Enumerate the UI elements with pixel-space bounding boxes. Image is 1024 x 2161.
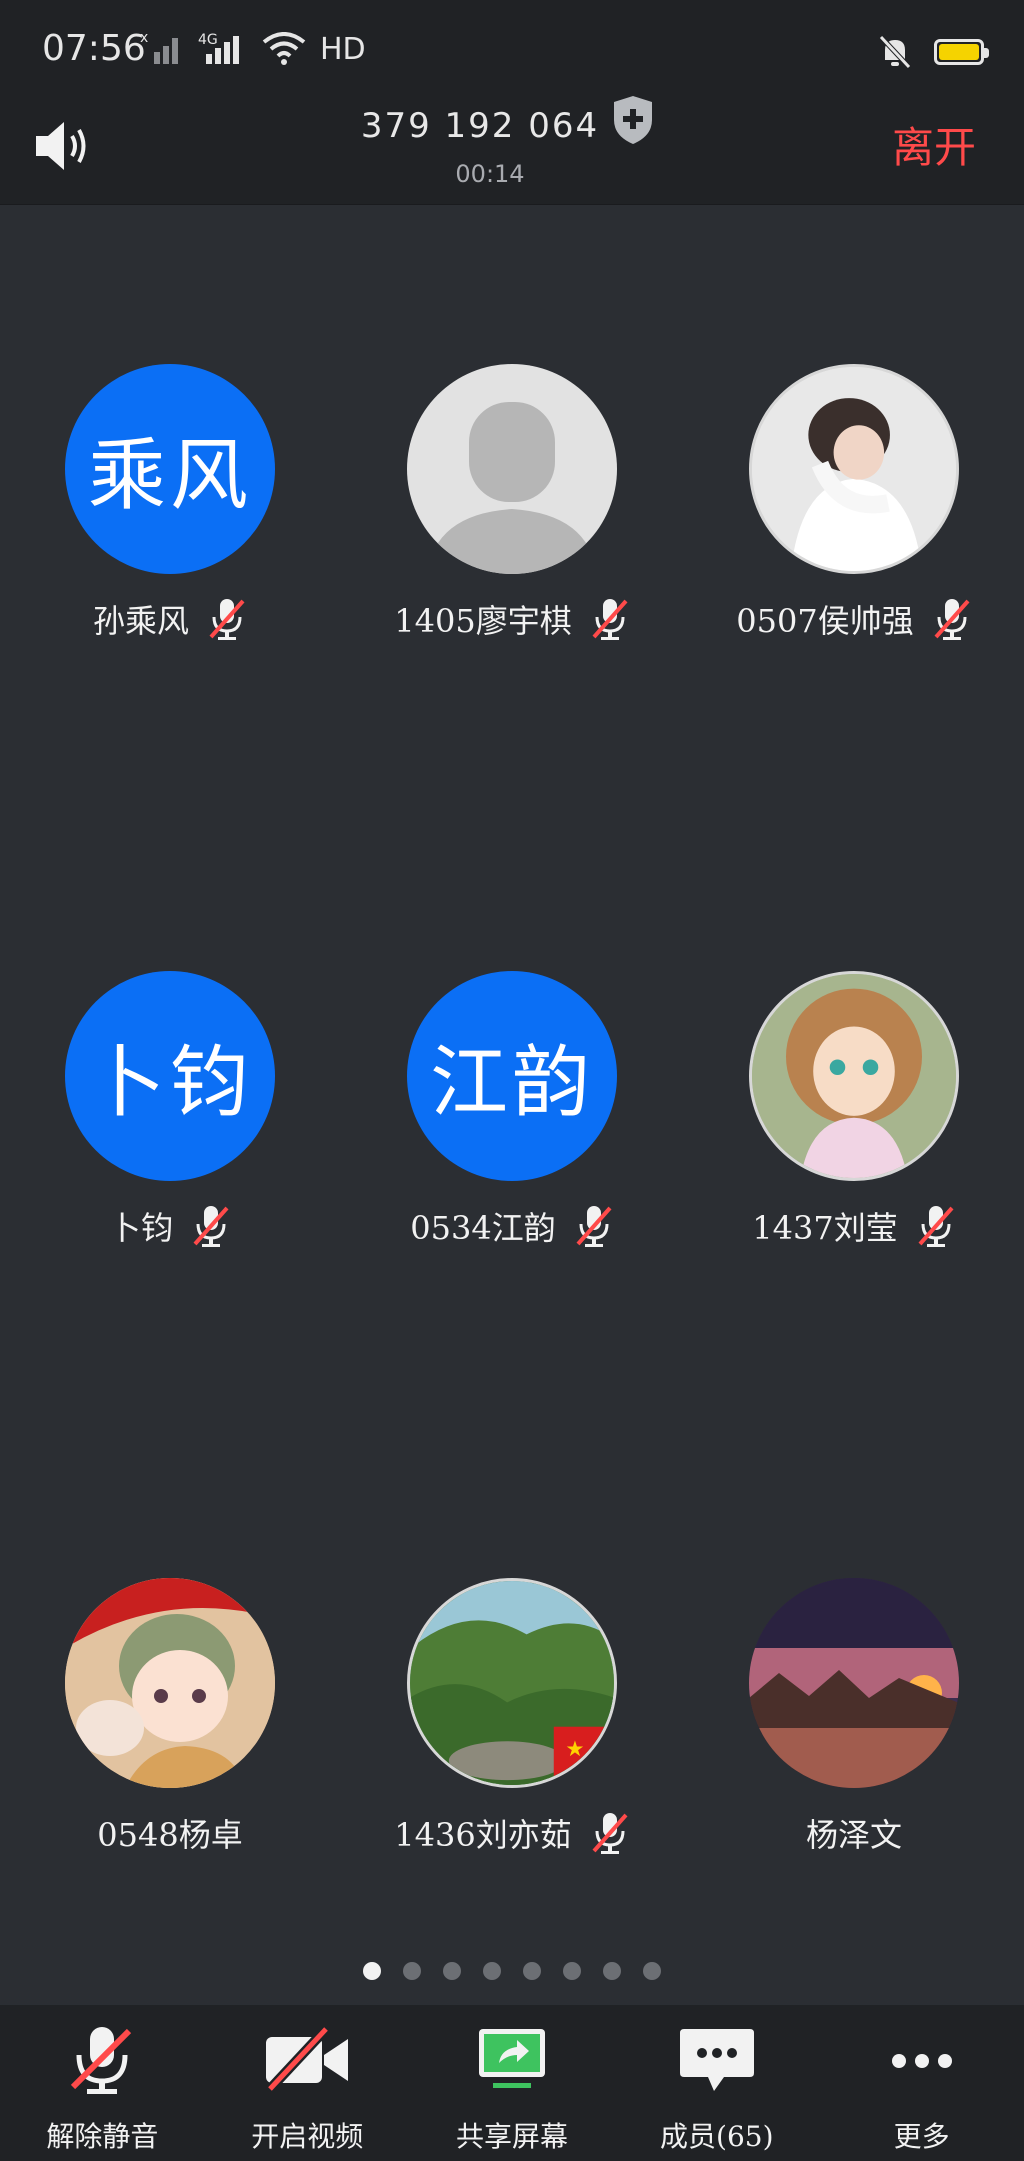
photo-anime-child (65, 1578, 275, 1788)
participant-name: 0548杨卓 (97, 1816, 243, 1854)
battery-icon (934, 39, 989, 65)
participant-tile[interactable]: 卜钧 卜钧 (0, 971, 340, 1247)
participant-name: 卜钧 (108, 1209, 173, 1247)
status-left-icons: x 4G HD (138, 30, 366, 68)
photo-person-white-shirt (752, 367, 956, 571)
participant-tile[interactable]: 江韵 0534江韵 (342, 971, 682, 1247)
share-screen-label: 共享屏幕 (455, 2120, 568, 2153)
mic-muted-icon (592, 599, 628, 640)
meeting-duration: 00:14 (455, 160, 525, 188)
avatar: 江韵 (407, 971, 617, 1181)
mic-muted-icon (71, 2027, 132, 2094)
participant-label: 卜钧 (0, 1203, 340, 1249)
page-dot[interactable] (483, 1962, 501, 1980)
signal-4g-icon: 4G (198, 32, 239, 64)
page-dot[interactable] (403, 1962, 421, 1980)
speaker-icon[interactable] (32, 118, 96, 174)
participant-tile[interactable]: 0548杨卓 (0, 1578, 340, 1854)
more-label: 更多 (893, 2120, 950, 2153)
page-dot[interactable] (643, 1962, 661, 1980)
members-button[interactable]: 成员(65) (614, 2005, 819, 2161)
participant-name: 1405廖宇棋 (394, 602, 572, 640)
participant-label: 1437刘莹 (684, 1203, 1024, 1249)
participant-label: 1436刘亦茹 (342, 1810, 682, 1856)
mic-muted-icon (209, 599, 245, 640)
participant-label: 0534江韵 (342, 1203, 682, 1249)
unmute-label: 解除静音 (46, 2120, 159, 2153)
avatar: 卜钧 (65, 971, 275, 1181)
status-right-icons (878, 34, 989, 70)
meeting-id: 379 192 064 (360, 106, 600, 146)
status-bar: 07:56 x 4G HD (0, 0, 1024, 100)
page-indicator (0, 1962, 1024, 1980)
mic-muted-icon (918, 1206, 954, 1247)
share-screen-icon (478, 2029, 545, 2088)
participant-name: 0534江韵 (410, 1209, 556, 1247)
video-off-icon (266, 2025, 349, 2093)
mute-bell-icon (879, 35, 911, 69)
svg-text:4G: 4G (198, 32, 218, 48)
meeting-toolbar: 解除静音 开启视频 共享屏幕 成员(65) 更多 (0, 2005, 1024, 2161)
avatar-photo (749, 364, 959, 574)
participant-label: 0507侯帅强 (684, 596, 1024, 642)
mic-muted-icon (592, 1813, 628, 1854)
start-video-label: 开启视频 (251, 2120, 364, 2153)
participant-label: 1405廖宇棋 (342, 596, 682, 642)
participant-name: 孙乘风 (92, 602, 189, 640)
photo-forest: ★ (410, 1581, 614, 1785)
participant-label: 杨泽文 (684, 1810, 1024, 1856)
mic-muted-icon (193, 1206, 229, 1247)
photo-sunset-landscape (749, 1578, 959, 1788)
participant-name: 0507侯帅强 (736, 602, 914, 640)
shield-plus-icon (614, 96, 652, 144)
status-time: 07:56 (42, 28, 146, 69)
participant-name: 杨泽文 (805, 1816, 902, 1854)
signal-x-icon: x (140, 30, 178, 64)
page-dot[interactable] (523, 1962, 541, 1980)
participant-tile[interactable]: 乘风 孙乘风 (0, 364, 340, 640)
participant-name: 1437刘莹 (752, 1209, 898, 1247)
members-label: 成员(65) (660, 2120, 774, 2153)
page-dot[interactable] (363, 1962, 381, 1980)
meeting-header: 379 192 064 00:14 离开 (0, 96, 1024, 205)
share-screen-button[interactable]: 共享屏幕 (410, 2005, 615, 2161)
more-button[interactable]: 更多 (819, 2005, 1024, 2161)
participant-tile[interactable]: 1405廖宇棋 (342, 364, 682, 640)
unmute-button[interactable]: 解除静音 (0, 2005, 205, 2161)
participant-label: 0548杨卓 (0, 1810, 340, 1856)
page-dot[interactable] (603, 1962, 621, 1980)
participant-tile[interactable]: 0507侯帅强 (684, 364, 1024, 640)
mic-muted-icon (576, 1206, 612, 1247)
participant-name: 1436刘亦茹 (394, 1816, 572, 1854)
chat-bubble-icon (679, 2029, 754, 2091)
page-dot[interactable] (563, 1962, 581, 1980)
hd-icon: HD (320, 31, 366, 67)
participant-tile[interactable]: ★ 1436刘亦茹 (342, 1578, 682, 1854)
meeting-info[interactable]: 379 192 064 00:14 (350, 96, 680, 200)
page-dot[interactable] (443, 1962, 461, 1980)
participant-tile[interactable]: 1437刘莹 (684, 971, 1024, 1247)
avatar-default (407, 364, 617, 574)
leave-button[interactable]: 离开 (892, 114, 976, 175)
svg-text:x: x (140, 30, 148, 46)
avatar-photo (749, 971, 959, 1181)
person-silhouette-icon (427, 402, 597, 574)
avatar-photo (749, 1578, 959, 1788)
mic-muted-icon (934, 599, 970, 640)
avatar: 乘风 (65, 364, 275, 574)
more-dots-icon (891, 2054, 952, 2068)
wifi-icon (262, 32, 306, 65)
start-video-button[interactable]: 开启视频 (205, 2005, 410, 2161)
avatar-photo (65, 1578, 275, 1788)
avatar-photo: ★ (407, 1578, 617, 1788)
participant-tile[interactable]: 杨泽文 (684, 1578, 1024, 1854)
photo-anime-girl (752, 974, 956, 1178)
participant-label: 孙乘风 (0, 596, 340, 642)
svg-text:★: ★ (565, 1737, 584, 1762)
